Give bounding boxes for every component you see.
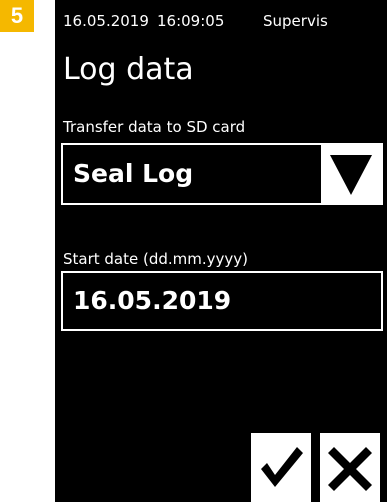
start-date-input[interactable]: 16.05.2019 bbox=[61, 271, 383, 331]
checkmark-icon bbox=[261, 447, 303, 487]
transfer-dropdown-value: Seal Log bbox=[73, 159, 194, 188]
transfer-dropdown[interactable]: Seal Log bbox=[61, 143, 383, 205]
status-bar: 16.05.2019 16:09:05 Supervis bbox=[63, 8, 387, 34]
status-time: 16:09:05 bbox=[157, 12, 225, 30]
cancel-button[interactable] bbox=[320, 433, 380, 502]
start-date-value: 16.05.2019 bbox=[73, 286, 232, 315]
confirm-button[interactable] bbox=[251, 433, 311, 502]
step-number-badge: 5 bbox=[0, 0, 34, 32]
triangle-down-icon bbox=[330, 155, 372, 195]
x-icon bbox=[328, 447, 372, 491]
start-date-label: Start date (dd.mm.yyyy) bbox=[63, 250, 249, 268]
dropdown-arrow-button[interactable] bbox=[321, 145, 381, 203]
status-date: 16.05.2019 bbox=[63, 12, 149, 30]
status-user: Supervis bbox=[263, 12, 328, 30]
page-title: Log data bbox=[63, 52, 194, 87]
device-screen: 16.05.2019 16:09:05 Supervis Log data Tr… bbox=[55, 0, 387, 502]
transfer-label: Transfer data to SD card bbox=[63, 118, 246, 136]
